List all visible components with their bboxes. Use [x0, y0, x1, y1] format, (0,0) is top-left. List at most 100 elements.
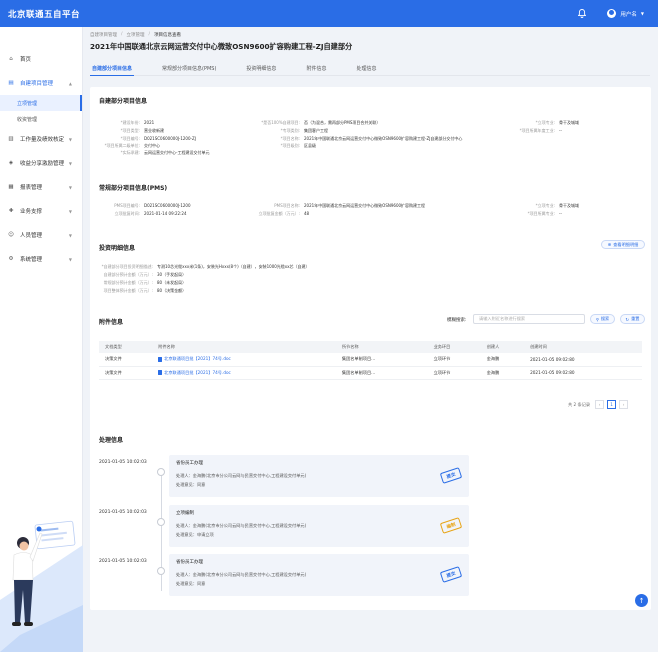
creator: 金海鹏	[480, 353, 525, 367]
field-value: 30（手发起局）	[157, 272, 187, 277]
sidebar-item[interactable]: ⚙ 系统管理 ▼	[0, 247, 82, 271]
tab-invest-info[interactable]: 投资明细信息	[244, 64, 278, 76]
field-label: PMS项目名称:	[274, 203, 300, 208]
total-count: 共 2 条记录	[568, 401, 591, 407]
info-field: 项目整体预计金额（万元）: 80（决策金额）	[90, 288, 186, 294]
tab-process[interactable]: 处理信息	[354, 64, 378, 76]
breadcrumb-item: 项目信息查看	[154, 33, 182, 38]
info-field: PMS项目编号: D021SC0600000J-1200	[90, 203, 191, 209]
field-value: 2021-01-14 09:22:24	[144, 211, 187, 216]
field-label: 项目整体预计金额（万元）:	[103, 288, 153, 293]
field-label: 立项批复时间:	[114, 211, 140, 216]
breadcrumb-item[interactable]: 立项管理	[127, 32, 145, 38]
page-number[interactable]: 1	[607, 400, 617, 409]
breadcrumb-item[interactable]: 自建项目管理	[90, 32, 117, 38]
field-value: 骨干及城域	[559, 120, 579, 125]
prev-page-button[interactable]: ‹	[595, 400, 605, 409]
field-value: 80（未发起局）	[157, 280, 187, 285]
field-value: 骨干及城域	[559, 203, 579, 208]
sidebar-subitem[interactable]: 立项管理	[0, 95, 82, 111]
doc-icon: ▥	[8, 136, 14, 142]
file-link[interactable]: 北京联通项目批【2021】74号.doc	[152, 353, 336, 367]
biz-stage: 立项环节	[427, 366, 481, 380]
tab-self-info[interactable]: 自建部分项目信息	[90, 64, 135, 76]
info-field: *项目所属专业: --	[490, 211, 562, 217]
tab-pms-info[interactable]: 常规部分项目信息(PMS)	[160, 64, 218, 76]
info-field: *项目级别: 区县级	[240, 143, 316, 149]
info-field: *项目编号: D021SC0600000J-1200-ZJ	[90, 136, 196, 142]
section-title: 处理信息	[99, 437, 124, 444]
field-label: *项目类型:	[120, 128, 140, 133]
search-input[interactable]: 请输入附近名称进行搜索	[473, 314, 585, 324]
back-to-top-button[interactable]: ↑	[635, 594, 648, 607]
sidebar-item[interactable]: ⌂ 首页	[0, 47, 82, 71]
column-header: 所节名称	[335, 341, 428, 353]
section-title: 常规部分项目信息(PMS)	[99, 185, 168, 192]
field-label: PMS项目编号:	[114, 203, 140, 208]
chevron-down-icon: ▼	[68, 256, 72, 262]
field-value: D021SC0600000J-1200-ZJ	[144, 136, 196, 141]
info-field: *立项专业: 骨干及城域	[490, 120, 579, 126]
node-name: 集团名单制项目...	[335, 353, 428, 367]
column-header: 业务环目	[427, 341, 481, 353]
entry-handler: 处理人：金海鹏(北京市分公司云网与民营交付中心,工程建设交付单元)	[176, 523, 307, 528]
field-label: *项目所属二级单位:	[104, 143, 140, 148]
info-field: 立项批复金额（万元）: 48	[240, 211, 309, 217]
avatar[interactable]	[607, 9, 617, 18]
chevron-down-icon: ▼	[68, 160, 72, 166]
sidebar-item-label: 报表管理	[20, 185, 43, 191]
field-label: 常规部分预计金额（万元）:	[103, 280, 153, 285]
entry-opinion: 处理意见：申请立项	[176, 532, 214, 537]
page-title: 2021年中国联通北京云网运营交付中心微致OSN9600扩容购建工程-ZJ自建部…	[90, 42, 353, 51]
field-value: 营业收新建	[144, 128, 164, 133]
search-icon: ⊕	[607, 242, 612, 247]
sidebar-item[interactable]: ▦ 报表管理 ▼	[0, 175, 82, 199]
entry-title: 立项编制	[176, 511, 194, 516]
info-field: *项目所属二级单位: 交付中心	[90, 143, 160, 149]
field-value: --	[559, 128, 562, 133]
sidebar-item[interactable]: ◈ 收益分享激励管理 ▼	[0, 151, 82, 175]
field-value: 2021年中国联通北京云网运营交付中心微致OSN9600扩容购建工程	[304, 203, 426, 208]
table-row: 决策文件 北京联通项目批【2021】74号.doc 集团名单制项目... 立项环…	[99, 366, 642, 380]
chevron-down-icon: ▼	[68, 184, 72, 190]
search-icon: ⚲	[595, 316, 599, 322]
tab-attachments[interactable]: 附件信息	[304, 64, 328, 76]
sidebar: ⌂ 首页 ▤ 自建项目管理 ▲ 立项管理 收资管理 ▥ 工作量及绩效核定 ▼ ◈ 收益分享激励管理 ▼ ▦…	[0, 27, 83, 652]
field-value: 交付中心	[144, 143, 160, 148]
chevron-down-icon[interactable]: ▼	[641, 11, 644, 16]
sidebar-item-label: 人员管理	[20, 233, 43, 239]
field-value: 专测10芯光缆xxx米(1条)，安装光Hxxx(8个)（自建），安装1000光缆…	[157, 264, 310, 269]
file-icon	[158, 356, 163, 362]
next-page-button[interactable]: ›	[619, 400, 629, 409]
sidebar-item[interactable]: ✚ 业务支撑 ▼	[0, 199, 82, 223]
reset-button[interactable]: ↻ 重置	[620, 314, 645, 324]
bell-icon[interactable]	[577, 9, 587, 19]
reset-icon: ↻	[625, 316, 630, 322]
info-field: 常规部分预计金额（万元）: 80（未发起局）	[90, 280, 186, 286]
field-value: 2021	[144, 120, 155, 125]
sidebar-subitem[interactable]: 收资管理	[0, 111, 82, 127]
entry-title: 省份员工办理	[176, 560, 203, 565]
sidebar-item[interactable]: ▥ 工作量及绩效核定 ▼	[0, 127, 82, 151]
column-header: 附件名称	[152, 341, 336, 353]
search-button[interactable]: ⚲ 搜索	[590, 314, 615, 324]
support-icon: ✚	[8, 208, 14, 214]
user-name[interactable]: 用户名	[620, 10, 637, 18]
sidebar-item-label: 业务支撑	[20, 209, 43, 215]
sidebar-item[interactable]: ☺ 人员管理 ▼	[0, 223, 82, 247]
field-label: *自建部分项目投资明细描述:	[101, 264, 153, 269]
file-link[interactable]: 北京联通项目批【2021】74号.doc	[152, 366, 336, 380]
process-card: 处理信息 2021-01-05 10:02:03 省份员工办理 处理人：金海鹏(北…	[90, 426, 651, 610]
home-icon: ⌂	[9, 56, 13, 62]
status-stamp: 提交	[439, 566, 463, 583]
info-field: 自建部分预计金额（万元）: 30（手发起局）	[90, 272, 186, 278]
chart-icon: ▦	[8, 184, 14, 190]
sidebar-item[interactable]: ▤ 自建项目管理 ▲	[0, 71, 82, 95]
created-time: 2021-01-05 09:02:80	[524, 366, 642, 380]
biz-stage: 立项环节	[427, 353, 481, 367]
entry-handler: 处理人：金海鹏(北京市分公司云网与民营交付中心,工程建设交付单元)	[176, 473, 307, 478]
view-detail-button[interactable]: ⊕ 查看明细明细	[601, 240, 645, 249]
timeline-entry: 立项编制 处理人：金海鹏(北京市分公司云网与民营交付中心,工程建设交付单元) 处…	[169, 505, 469, 547]
field-value: D021SC0600000J-1200	[144, 203, 191, 208]
top-bar: 北京联通五自平台 用户名 ▼	[0, 0, 658, 27]
